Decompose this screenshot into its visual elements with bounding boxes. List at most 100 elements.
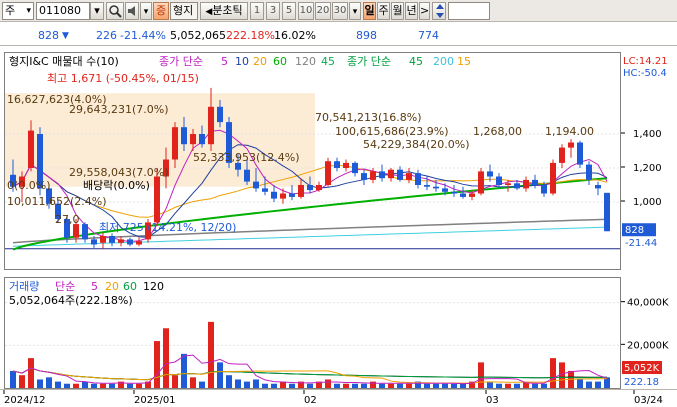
turnover-rate: 16.02% xyxy=(274,29,316,42)
year-period-button[interactable]: 년 xyxy=(405,2,418,20)
tick-unit-label: 분초틱 xyxy=(212,4,243,17)
stock-code-input[interactable]: 011080 xyxy=(36,2,90,20)
candle-body xyxy=(244,169,250,182)
period-30-button[interactable]: 30 xyxy=(332,2,348,20)
price-info-bar: 828 ▼ 226 -21.44% 5,052,065 222.18% 16.0… xyxy=(0,26,677,46)
date-axis-label: 2024/12 xyxy=(4,395,46,406)
date-axis-label: 2025/01 xyxy=(134,395,176,406)
current-change-label: -21.44 xyxy=(625,238,657,249)
candle-body xyxy=(595,185,601,189)
day-period-button[interactable]: 일 xyxy=(363,2,376,20)
candle-body xyxy=(280,193,286,199)
speaker-button[interactable] xyxy=(125,2,139,20)
volume-chart-panel[interactable]: 거래량 단순 5 20 60 120 5,052,064주(222.18%) xyxy=(4,277,621,389)
legend-ma-item: 120 xyxy=(295,55,316,68)
volume-chart[interactable]: 거래량 단순 5 20 60 120 5,052,064주(222.18%) xyxy=(5,278,621,389)
candle-body xyxy=(208,106,214,145)
legend-ma-item: 20 xyxy=(253,55,267,68)
info-value-2: 774 xyxy=(418,29,439,42)
volume-bar xyxy=(586,381,592,388)
volume-bar xyxy=(82,381,88,388)
candle-body xyxy=(550,162,556,194)
volume-bar xyxy=(199,381,205,388)
volume-profile-label: 52,333,953(12.4%) xyxy=(193,151,300,164)
mode-toggle-label: 증 xyxy=(155,4,167,17)
candle-body xyxy=(568,142,574,148)
current-price: 828 xyxy=(38,29,59,42)
candle-body xyxy=(370,171,376,180)
volume-bar xyxy=(109,383,115,388)
candle-body xyxy=(604,192,610,232)
period-5-button[interactable]: 5 xyxy=(282,2,296,20)
candle-body xyxy=(451,191,457,194)
volume-bar xyxy=(397,383,403,388)
candle-body xyxy=(352,162,358,174)
next-button[interactable]: > xyxy=(419,2,430,20)
volume-bar xyxy=(388,383,394,388)
scroll-updown-button[interactable] xyxy=(432,2,446,20)
volume-bar xyxy=(487,381,493,388)
price-axis: LC:14.21 HC:-50.4 1,400 1,200 1,000 828 -21.44 xyxy=(621,52,677,270)
toolbar-menu-button[interactable]: ▾ xyxy=(140,2,152,20)
volume-bar xyxy=(460,383,466,388)
volume-bar xyxy=(514,383,520,388)
period-10-button[interactable]: 10 xyxy=(298,2,314,20)
candle-body xyxy=(577,142,583,165)
chevron-down-icon: ▾ xyxy=(94,4,100,17)
volume-bar xyxy=(505,383,511,388)
candle-body xyxy=(172,127,178,160)
chevron-down-icon: ▾ xyxy=(26,6,31,16)
count-input[interactable] xyxy=(448,2,490,20)
volume-legend-ma: 60 xyxy=(123,280,137,293)
candle-body xyxy=(82,224,88,240)
candle-body xyxy=(586,164,592,180)
period-label: 20 xyxy=(316,5,330,16)
trade-volume: 5,052,065 xyxy=(170,29,226,42)
volume-bar xyxy=(406,383,412,388)
candle-body xyxy=(343,162,349,168)
price-axis-svg: LC:14.21HC:-50.4 1,400 1,200 1,000 828 -21.44 xyxy=(621,56,668,249)
volume-bar xyxy=(55,381,61,388)
candle-body xyxy=(415,173,421,185)
day-period-label: 일 xyxy=(364,4,375,17)
candle-body xyxy=(100,236,106,243)
volume-ratio: 222.18% xyxy=(226,29,275,42)
volume-axis-label: 40,000K xyxy=(627,298,669,309)
volume-bar xyxy=(451,383,457,388)
volume-bar xyxy=(379,383,385,388)
date-axis: 2024/12 2025/01 02 03 03/24 xyxy=(0,389,677,407)
volume-bar xyxy=(289,383,295,388)
candle-body xyxy=(109,236,115,243)
legend-ma-prefix: 종가 단순 xyxy=(159,55,203,68)
period-1-button[interactable]: 1 xyxy=(250,2,264,20)
volume-bar xyxy=(478,362,484,388)
price-legend-name: 형지I&C 매물대 수(10) xyxy=(9,55,119,68)
hc-label: HC:-50.4 xyxy=(623,68,667,79)
search-button[interactable] xyxy=(106,2,124,20)
candle-body xyxy=(433,186,439,189)
week-period-button[interactable]: 주 xyxy=(377,2,390,20)
volume-bar xyxy=(433,383,439,388)
stock-dropdown-button[interactable]: ▾ xyxy=(90,2,104,20)
volume-bar xyxy=(208,321,214,388)
period-dropdown-button[interactable]: ▾ xyxy=(349,2,361,20)
period-label: 10 xyxy=(299,5,313,16)
chevron-right-icon: > xyxy=(420,4,430,17)
price-chart[interactable]: 형지I&C 매물대 수(10) 종가 단순 5 10 20 60 120 45 종가 단순 45 2… xyxy=(5,53,621,270)
mode-toggle-button[interactable]: 증 xyxy=(153,2,169,20)
candle-body xyxy=(253,181,259,189)
year-period-label: 년 xyxy=(406,4,417,17)
candle-body xyxy=(388,169,394,179)
volume-legend-ma: 20 xyxy=(105,280,119,293)
month-period-button[interactable]: 월 xyxy=(391,2,404,20)
price-chart-panel[interactable]: 형지I&C 매물대 수(10) 종가 단순 5 10 20 60 120 45 종가 단순 45 2… xyxy=(4,52,621,270)
period-3-button[interactable]: 3 xyxy=(266,2,280,20)
volume-bar xyxy=(577,379,583,388)
tick-unit-button[interactable]: ◀분초틱 xyxy=(200,2,248,20)
volume-legend-prefix: 단순 xyxy=(55,280,75,293)
market-select[interactable]: 주 ▾ xyxy=(2,2,34,20)
volume-profile-label: 0(0.0%) xyxy=(7,179,51,192)
volume-legend-name: 거래량 xyxy=(9,280,39,293)
volume-profile-label: 배당락(0.0%) xyxy=(83,179,150,192)
period-20-button[interactable]: 20 xyxy=(315,2,331,20)
